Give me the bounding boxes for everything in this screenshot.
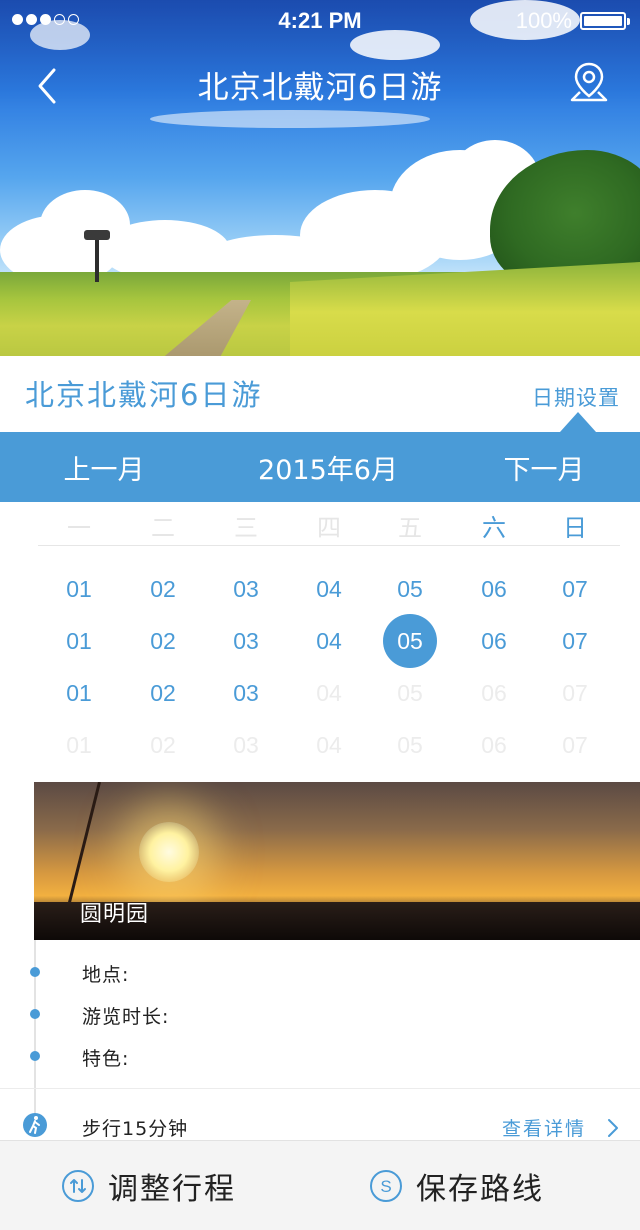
calendar-day[interactable]: 01 <box>51 561 107 617</box>
swap-arrows-icon <box>62 1170 94 1202</box>
attraction-photo[interactable]: 圆明园 <box>34 782 640 940</box>
calendar-day: 04 <box>316 680 342 706</box>
transit-text: 步行15分钟 <box>82 1118 189 1140</box>
chevron-right-icon[interactable] <box>604 1117 622 1139</box>
walking-person-icon <box>23 1113 47 1137</box>
calendar-day: 01 <box>66 732 92 758</box>
hero-landscape-image <box>0 0 640 356</box>
weekday-label: 日 <box>563 514 587 542</box>
weekday-label: 一 <box>67 514 91 542</box>
weekday-label: 三 <box>234 514 258 542</box>
prev-month-button[interactable]: 上一月 <box>0 448 208 487</box>
view-details-link[interactable]: 查看详情 <box>502 1114 586 1141</box>
sun <box>139 822 199 882</box>
calendar-day[interactable]: 01 <box>51 665 107 721</box>
calendar-day: 07 <box>562 732 588 758</box>
battery-fill <box>584 16 622 26</box>
adjust-itinerary-button[interactable]: 调整行程 <box>62 1141 236 1230</box>
calendar-day: 05 <box>397 732 423 758</box>
timeline-dot <box>30 1009 40 1019</box>
calendar-day[interactable]: 03 <box>218 613 274 669</box>
calendar-day[interactable]: 04 <box>301 561 357 617</box>
calendar-day[interactable]: 05 <box>382 561 438 617</box>
divider <box>0 1088 640 1089</box>
map-button[interactable] <box>566 60 612 104</box>
attraction-name: 圆明园 <box>80 902 150 927</box>
calendar-day[interactable]: 02 <box>135 665 191 721</box>
battery-icon <box>580 12 630 30</box>
duration-label: 游览时长: <box>82 1006 170 1028</box>
feature-label: 特色: <box>82 1048 130 1070</box>
location-label: 地点: <box>82 964 130 986</box>
calendar-day: 02 <box>150 732 176 758</box>
calendar-day: 07 <box>562 680 588 706</box>
cloud <box>150 110 430 128</box>
calendar-day: 06 <box>481 732 507 758</box>
weekday-label: 二 <box>151 514 175 542</box>
calendar-day[interactable]: 01 <box>51 613 107 669</box>
caret-up-indicator <box>560 412 596 432</box>
calendar-day[interactable]: 07 <box>547 561 603 617</box>
map-pin-icon <box>570 62 608 102</box>
battery-nub <box>627 18 630 25</box>
walking-glyph <box>29 1116 40 1134</box>
date-setting-button[interactable]: 日期设置 <box>532 382 620 412</box>
calendar-day[interactable]: 06 <box>466 613 522 669</box>
trip-header: 北京北戴河6日游 日期设置 <box>0 356 640 432</box>
calendar-day[interactable]: 03 <box>218 561 274 617</box>
current-month-label: 2015年6月 <box>258 454 398 486</box>
calendar-day[interactable]: 06 <box>466 561 522 617</box>
calendar-day[interactable]: 02 <box>135 561 191 617</box>
bottom-action-bar: 调整行程 S 保存路线 <box>0 1140 640 1230</box>
save-route-label: 保存路线 <box>416 1172 544 1207</box>
calendar-day[interactable]: 04 <box>301 613 357 669</box>
calendar-day[interactable]: 03 <box>218 665 274 721</box>
calendar-day: 05 <box>397 680 423 706</box>
svg-text:S: S <box>380 1177 391 1196</box>
save-route-button[interactable]: S 保存路线 <box>370 1141 544 1230</box>
calendar-day: 04 <box>316 732 342 758</box>
lamp-head <box>84 230 110 240</box>
calendar-day: 06 <box>481 680 507 706</box>
calendar-day[interactable]: 07 <box>547 613 603 669</box>
battery-percentage: 100% <box>515 8 572 33</box>
calendar-day-selected[interactable]: 05 <box>383 614 437 668</box>
weekday-label: 四 <box>317 514 341 542</box>
timeline-dot <box>30 967 40 977</box>
lamp-post <box>95 236 99 282</box>
weekday-header: 一二三四五六日 <box>38 502 620 546</box>
nav-title: 北京北戴河6日游 <box>197 70 443 106</box>
calendar-day[interactable]: 02 <box>135 613 191 669</box>
month-navigation: 上一月 2015年6月 下一月 <box>0 432 640 502</box>
next-month-button[interactable]: 下一月 <box>448 448 640 487</box>
calendar-day: 03 <box>233 732 259 758</box>
status-bar: 4:21 PM 100% <box>0 0 640 40</box>
dollar-s-icon: S <box>370 1170 402 1202</box>
timeline-dot <box>30 1051 40 1061</box>
weekday-label: 五 <box>398 514 422 542</box>
rope <box>66 782 101 909</box>
trip-title: 北京北戴河6日游 <box>25 378 263 412</box>
weekday-label: 六 <box>482 514 506 542</box>
adjust-itinerary-label: 调整行程 <box>108 1172 236 1207</box>
